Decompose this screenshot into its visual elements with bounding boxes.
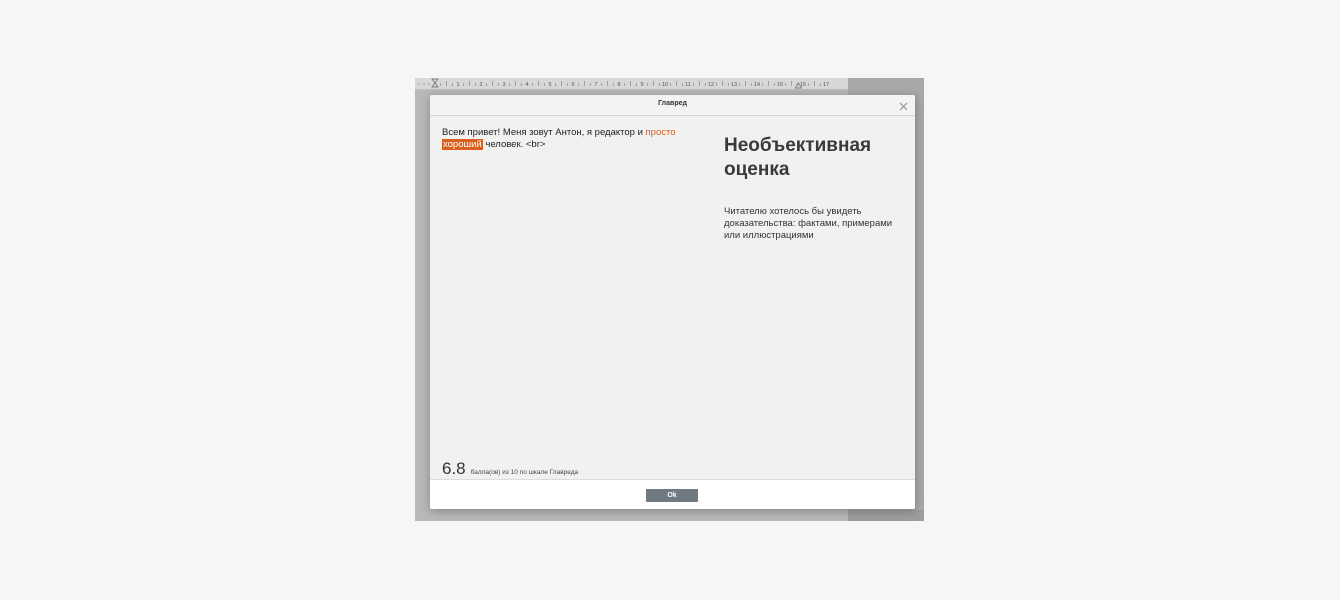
ruler-number: 17 bbox=[823, 82, 829, 88]
ruler-ticks: 1 2 3 4 5 6 7 8 9 10 11 12 13 14 15 16 17 bbox=[418, 78, 829, 89]
indent-marker-icon[interactable] bbox=[431, 78, 439, 88]
ruler-number: 12 bbox=[708, 82, 714, 88]
dialog-footer: Ok bbox=[430, 479, 915, 509]
highlighted-word[interactable]: просто bbox=[646, 127, 676, 138]
ruler: 1 2 3 4 5 6 7 8 9 10 11 12 13 14 15 16 17 bbox=[415, 78, 848, 90]
ruler-number: 5 bbox=[548, 82, 551, 88]
ruler-number: 15 bbox=[777, 82, 783, 88]
ruler-number: 1 bbox=[456, 82, 459, 88]
ruler-number: 3 bbox=[502, 82, 505, 88]
ruler-number: 11 bbox=[685, 82, 691, 88]
close-icon[interactable] bbox=[898, 99, 909, 111]
score-value: 6.8 bbox=[442, 459, 466, 478]
ruler-number: 8 bbox=[617, 82, 620, 88]
glavred-dialog: Главред Всем привет! Меня зовут Антон, я… bbox=[430, 95, 915, 509]
issue-title: Необъективная оценка bbox=[724, 135, 872, 180]
ruler-number: 2 bbox=[479, 82, 482, 88]
ruler-number: 10 bbox=[662, 82, 668, 88]
ruler-number: 14 bbox=[754, 82, 760, 88]
text-editor[interactable]: Всем привет! Меня зовут Антон, я редакто… bbox=[442, 127, 702, 151]
issue-description: Читателю хотелось бы увидеть доказательс… bbox=[724, 206, 893, 241]
page-edge-bottom bbox=[848, 510, 924, 521]
ruler-number: 13 bbox=[731, 82, 737, 88]
highlighted-word-active[interactable]: хороший bbox=[442, 139, 483, 150]
ok-button[interactable]: Ok bbox=[646, 489, 698, 502]
text-plain-after: человек. <br> bbox=[482, 139, 546, 150]
score: 6.8 балла(ов) из 10 по шкале Главреда bbox=[442, 459, 578, 479]
ruler-number: 6 bbox=[571, 82, 574, 88]
score-caption: балла(ов) из 10 по шкале Главреда bbox=[470, 469, 579, 476]
ruler-number: 9 bbox=[640, 82, 643, 88]
text-plain-before: Всем привет! Меня зовут Антон, я редакто… bbox=[442, 127, 646, 138]
ruler-number: 4 bbox=[525, 82, 528, 88]
dialog-content: Всем привет! Меня зовут Антон, я редакто… bbox=[430, 116, 915, 480]
dialog-header: Главред bbox=[430, 95, 915, 116]
ruler-number: 7 bbox=[594, 82, 597, 88]
dialog-title: Главред bbox=[658, 100, 687, 107]
